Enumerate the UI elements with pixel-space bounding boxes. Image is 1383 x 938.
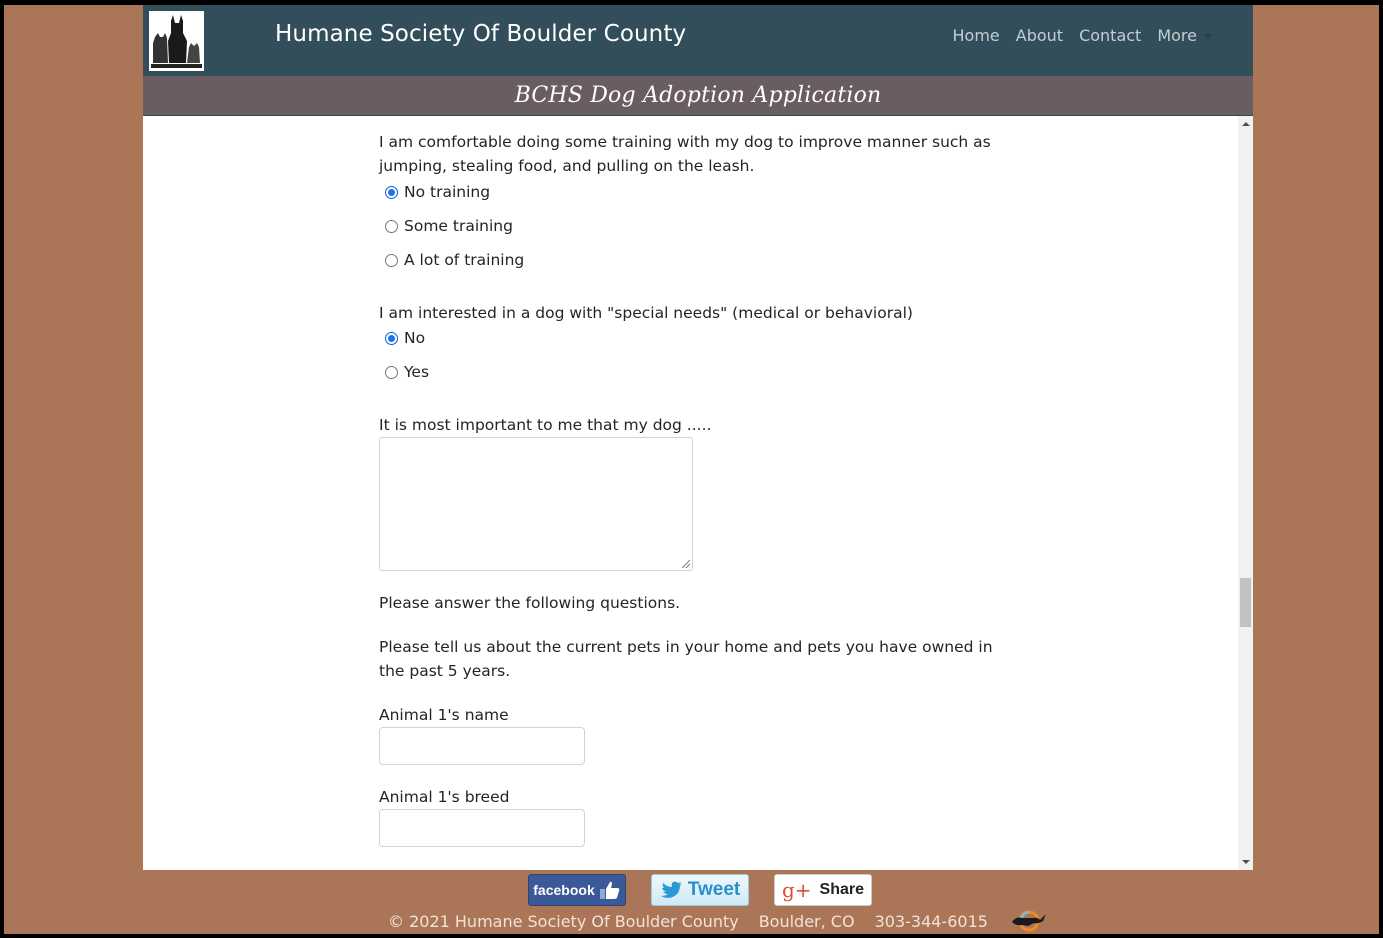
radio-label: No training (404, 183, 491, 201)
training-options: No training Some training A lot of train… (379, 180, 1019, 272)
radio-special-needs-no[interactable] (385, 331, 398, 345)
phone-text: 303-344-6015 (874, 911, 988, 931)
footer-info: © 2021 Humane Society Of Boulder County … (388, 910, 1048, 932)
tweet-button[interactable]: Tweet (651, 874, 749, 906)
nav-contact[interactable]: Contact (1079, 26, 1141, 45)
training-option-some[interactable]: Some training (385, 214, 1019, 238)
facebook-share-button[interactable]: facebook (528, 874, 626, 906)
special-needs-options: No Yes (379, 326, 1019, 384)
animal1-breed-label: Animal 1's breed (379, 788, 510, 806)
pets-intro-text: Please tell us about the current pets in… (379, 638, 993, 680)
radio-label: A lot of training (404, 251, 525, 269)
google-plus-icon: g+ (781, 878, 812, 902)
copyright-text: © 2021 Humane Society Of Boulder County (388, 911, 739, 931)
instructions-text: Please answer the following questions. (379, 594, 681, 612)
nav-home[interactable]: Home (953, 26, 1000, 45)
radio-lot-of-training[interactable] (385, 253, 398, 267)
caret-down-icon (1203, 34, 1213, 39)
animal1-name-input[interactable] (379, 727, 585, 765)
tweet-label: Tweet (687, 879, 741, 900)
special-needs-option-no[interactable]: No (385, 326, 1019, 350)
radio-label: No (404, 329, 426, 347)
radio-no-training[interactable] (385, 185, 398, 199)
site-brand[interactable]: Humane Society Of Boulder County (275, 21, 686, 47)
twitter-bird-icon (660, 881, 682, 898)
special-needs-question-label: I am interested in a dog with "special n… (379, 304, 913, 322)
scroll-down-arrow-icon[interactable] (1242, 860, 1250, 864)
facebook-label: facebook (533, 882, 595, 898)
page-title: BCHS Dog Adoption Application (514, 83, 882, 108)
animal1-breed-input[interactable] (379, 809, 585, 847)
animal1-name-label: Animal 1's name (379, 706, 509, 724)
important-textarea[interactable] (379, 437, 693, 571)
important-question-label: It is most important to me that my dog .… (379, 416, 712, 434)
page-container: Humane Society Of Boulder County Home Ab… (143, 5, 1253, 870)
footer: facebook Tweet g+ Share © 2021 Humane So… (143, 870, 1253, 934)
navbar: Humane Society Of Boulder County Home Ab… (143, 5, 1253, 76)
nav-about[interactable]: About (1016, 26, 1063, 45)
radio-special-needs-yes[interactable] (385, 365, 398, 379)
page-title-bar: BCHS Dog Adoption Application (143, 76, 1253, 116)
google-plus-share-button[interactable]: g+ Share (774, 874, 872, 906)
radio-label: Some training (404, 217, 513, 235)
radio-label: Yes (404, 363, 430, 381)
scrollbar[interactable] (1238, 116, 1253, 870)
training-option-none[interactable]: No training (385, 180, 1019, 204)
thumbs-up-icon (599, 881, 620, 899)
content-scroll-area: I am comfortable doing some training wit… (143, 116, 1253, 870)
share-buttons: facebook Tweet g+ Share (528, 874, 872, 906)
nav-more-label: More (1157, 26, 1197, 45)
leaping-cat-icon[interactable] (1010, 910, 1048, 932)
training-question-label: I am comfortable doing some training wit… (379, 133, 991, 175)
scroll-thumb[interactable] (1240, 578, 1251, 627)
radio-some-training[interactable] (385, 219, 398, 233)
scroll-up-arrow-icon[interactable] (1242, 122, 1250, 126)
resize-grip-icon[interactable] (682, 560, 690, 568)
share-label: Share (819, 881, 865, 898)
special-needs-option-yes[interactable]: Yes (385, 360, 1019, 384)
training-option-lot[interactable]: A lot of training (385, 248, 1019, 272)
humane-society-logo-icon (149, 11, 204, 71)
nav-links: Home About Contact More (953, 26, 1213, 45)
adoption-form: I am comfortable doing some training wit… (379, 116, 1019, 847)
logo[interactable] (149, 11, 204, 71)
location-text: Boulder, CO (758, 911, 855, 931)
nav-more-dropdown[interactable]: More (1157, 26, 1213, 45)
